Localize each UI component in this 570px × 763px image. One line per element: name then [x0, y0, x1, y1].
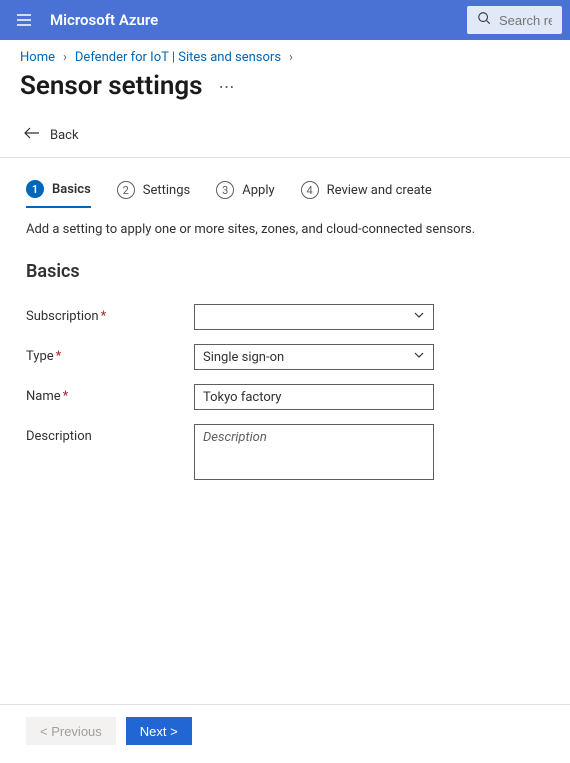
description-textarea[interactable]	[194, 424, 434, 480]
tab-label: Settings	[143, 183, 190, 198]
tab-number: 4	[301, 181, 319, 199]
more-actions-button[interactable]: ⋯	[219, 77, 236, 96]
label-subscription: Subscription*	[26, 304, 194, 324]
tab-review[interactable]: 4 Review and create	[301, 181, 432, 207]
tab-number: 2	[117, 181, 135, 199]
tab-label: Basics	[52, 182, 91, 197]
back-button[interactable]: Back	[0, 119, 570, 158]
page-title-row: Sensor settings ⋯	[0, 67, 570, 119]
tab-label: Review and create	[327, 183, 432, 198]
chevron-right-icon: ›	[289, 50, 293, 65]
next-button[interactable]: Next >	[126, 717, 192, 745]
arrow-left-icon	[24, 127, 40, 143]
wizard-footer: < Previous Next >	[0, 704, 570, 763]
page-title: Sensor settings	[20, 71, 203, 101]
previous-button[interactable]: < Previous	[26, 717, 116, 745]
label-type: Type*	[26, 344, 194, 364]
type-select[interactable]: Single sign-on	[194, 344, 434, 370]
breadcrumb: Home › Defender for IoT | Sites and sens…	[0, 40, 570, 67]
chevron-right-icon: ›	[63, 50, 67, 65]
back-label: Back	[50, 128, 79, 143]
tab-basics[interactable]: 1 Basics	[26, 180, 91, 208]
breadcrumb-home[interactable]: Home	[20, 50, 55, 65]
label-name: Name*	[26, 384, 194, 404]
brand: Microsoft Azure	[50, 11, 158, 29]
row-subscription: Subscription*	[26, 304, 544, 330]
name-input[interactable]	[194, 384, 434, 410]
global-search[interactable]	[467, 6, 562, 34]
chevron-down-icon	[413, 309, 425, 325]
tab-apply[interactable]: 3 Apply	[216, 181, 274, 207]
tab-label: Apply	[242, 183, 274, 198]
tab-settings[interactable]: 2 Settings	[117, 181, 190, 207]
search-icon	[477, 11, 491, 29]
tab-number: 3	[216, 181, 234, 199]
search-input[interactable]	[499, 13, 552, 28]
row-description: Description	[26, 424, 544, 484]
label-description: Description	[26, 424, 194, 444]
hamburger-icon[interactable]	[16, 12, 32, 28]
tab-number: 1	[26, 180, 44, 198]
section-heading: Basics	[26, 261, 544, 282]
page-hint: Add a setting to apply one or more sites…	[26, 222, 544, 237]
chevron-down-icon	[413, 349, 425, 365]
breadcrumb-defender[interactable]: Defender for IoT | Sites and sensors	[75, 50, 281, 65]
row-name: Name*	[26, 384, 544, 410]
subscription-select[interactable]	[194, 304, 434, 330]
row-type: Type* Single sign-on	[26, 344, 544, 370]
content: 1 Basics 2 Settings 3 Apply 4 Review and…	[0, 158, 570, 704]
type-value: Single sign-on	[203, 350, 284, 365]
wizard-tabs: 1 Basics 2 Settings 3 Apply 4 Review and…	[26, 180, 544, 208]
topbar: Microsoft Azure	[0, 0, 570, 40]
